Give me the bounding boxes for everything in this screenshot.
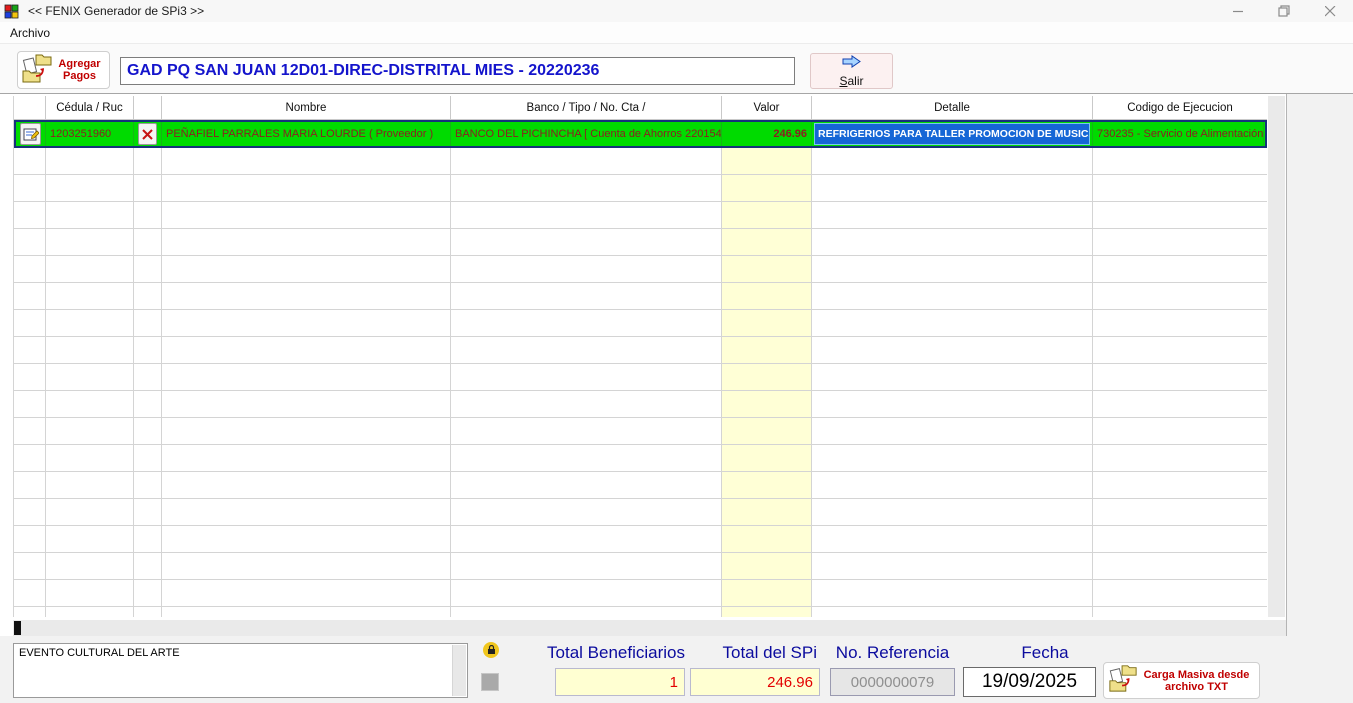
toolbar: Agregar Pagos Salir	[0, 44, 1353, 94]
empty-row	[14, 445, 1267, 472]
menu-archivo[interactable]: Archivo	[2, 26, 58, 40]
row-delete-cell	[134, 122, 162, 146]
total-spi-field[interactable]	[690, 668, 820, 696]
no-referencia-label: No. Referencia	[835, 643, 950, 662]
header-valor: Valor	[722, 96, 812, 120]
empty-row	[14, 553, 1267, 580]
salir-label: Salir	[839, 73, 864, 88]
total-beneficiarios-field[interactable]	[555, 668, 685, 696]
folder-arrow-icon	[21, 52, 53, 89]
descripcion-text: EVENTO CULTURAL DEL ARTE	[19, 647, 180, 659]
close-icon	[1324, 5, 1335, 16]
empty-row	[14, 310, 1267, 337]
empty-row	[14, 256, 1267, 283]
row-edit-cell	[16, 122, 46, 146]
cell-cedula: 1203251960	[46, 122, 134, 146]
descripcion-textarea[interactable]: EVENTO CULTURAL DEL ARTE	[13, 643, 468, 698]
empty-row	[14, 391, 1267, 418]
total-spi-label: Total del SPi	[722, 643, 818, 662]
menubar: Archivo	[0, 22, 1353, 44]
app-logo-icon	[4, 4, 20, 19]
red-x-icon	[142, 128, 153, 140]
empty-row	[14, 580, 1267, 607]
fecha-field[interactable]	[963, 667, 1096, 697]
agregar-pagos-label: Agregar Pagos	[58, 58, 101, 82]
cell-nombre: PEÑAFIEL PARRALES MARIA LOURDE ( Proveed…	[162, 122, 451, 146]
app-window: << FENIX Generador de SPi3 >> Archivo Ag…	[0, 0, 1353, 703]
exit-arrow-icon	[842, 54, 862, 73]
empty-row	[14, 418, 1267, 445]
vertical-scrollbar[interactable]	[1268, 96, 1285, 617]
cell-codigo: 730235 - Servicio de Alimentación	[1093, 122, 1264, 146]
horizontal-scrollbar[interactable]	[13, 620, 1286, 636]
header-nombre: Nombre	[162, 96, 451, 120]
fecha-label: Fecha	[1021, 643, 1069, 662]
header-banco: Banco / Tipo / No. Cta /	[451, 96, 722, 120]
empty-row	[14, 364, 1267, 391]
empty-row	[14, 175, 1267, 202]
agregar-pagos-button[interactable]: Agregar Pagos	[17, 51, 110, 89]
carga-masiva-label: Carga Masiva desde archivo TXT	[1143, 668, 1250, 693]
empty-row	[14, 526, 1267, 553]
header-select	[14, 96, 46, 120]
empty-row	[14, 202, 1267, 229]
lock-icon[interactable]	[483, 642, 499, 658]
descripcion-scrollbar[interactable]	[452, 645, 466, 696]
empty-row	[14, 499, 1267, 526]
titlebar: << FENIX Generador de SPi3 >>	[0, 0, 1353, 22]
table-row[interactable]: 1203251960 PEÑAFIEL PARRALES MARIA LOURD…	[14, 120, 1267, 148]
form-pencil-icon	[23, 128, 39, 140]
payment-title-input[interactable]	[120, 57, 795, 85]
payments-table: Cédula / Ruc Nombre Banco / Tipo / No. C…	[13, 96, 1267, 617]
empty-row	[14, 472, 1267, 499]
salir-button[interactable]: Salir	[810, 53, 893, 89]
header-codigo: Codigo de Ejecucion	[1093, 96, 1267, 120]
footer-panel: EVENTO CULTURAL DEL ARTE Total Beneficia…	[0, 636, 1353, 703]
empty-row-template	[14, 148, 1267, 175]
no-referencia-field[interactable]	[830, 668, 955, 696]
header-cedula: Cédula / Ruc	[46, 96, 134, 120]
delete-row-button[interactable]	[138, 123, 157, 145]
cell-banco: BANCO DEL PICHINCHA [ Cuenta de Ahorros …	[451, 122, 722, 146]
header-detalle: Detalle	[812, 96, 1093, 120]
payments-grid-area: Cédula / Ruc Nombre Banco / Tipo / No. C…	[0, 94, 1287, 636]
minimize-icon	[1232, 10, 1243, 12]
carga-masiva-button[interactable]: Carga Masiva desde archivo TXT	[1103, 662, 1260, 699]
window-title: << FENIX Generador de SPi3 >>	[28, 4, 205, 18]
empty-row	[14, 229, 1267, 256]
cell-detalle: REFRIGERIOS PARA TALLER PROMOCION DE MUS…	[812, 122, 1093, 146]
detalle-input[interactable]: REFRIGERIOS PARA TALLER PROMOCION DE MUS…	[814, 123, 1090, 145]
restore-icon	[1278, 5, 1290, 17]
close-button[interactable]	[1307, 0, 1353, 22]
table-header-row: Cédula / Ruc Nombre Banco / Tipo / No. C…	[14, 96, 1267, 120]
cell-valor: 246.96	[722, 122, 812, 146]
empty-row	[14, 337, 1267, 364]
maximize-button[interactable]	[1261, 0, 1307, 22]
empty-row	[14, 607, 1267, 617]
window-controls	[1215, 0, 1353, 22]
gray-square-indicator	[481, 673, 499, 691]
edit-row-button[interactable]	[20, 123, 41, 145]
empty-row	[14, 283, 1267, 310]
horizontal-scrollbar-thumb[interactable]	[14, 621, 21, 635]
header-delete	[134, 96, 162, 120]
folder-arrow-icon	[1108, 663, 1138, 698]
minimize-button[interactable]	[1215, 0, 1261, 22]
total-beneficiarios-label: Total Beneficiarios	[547, 643, 685, 662]
